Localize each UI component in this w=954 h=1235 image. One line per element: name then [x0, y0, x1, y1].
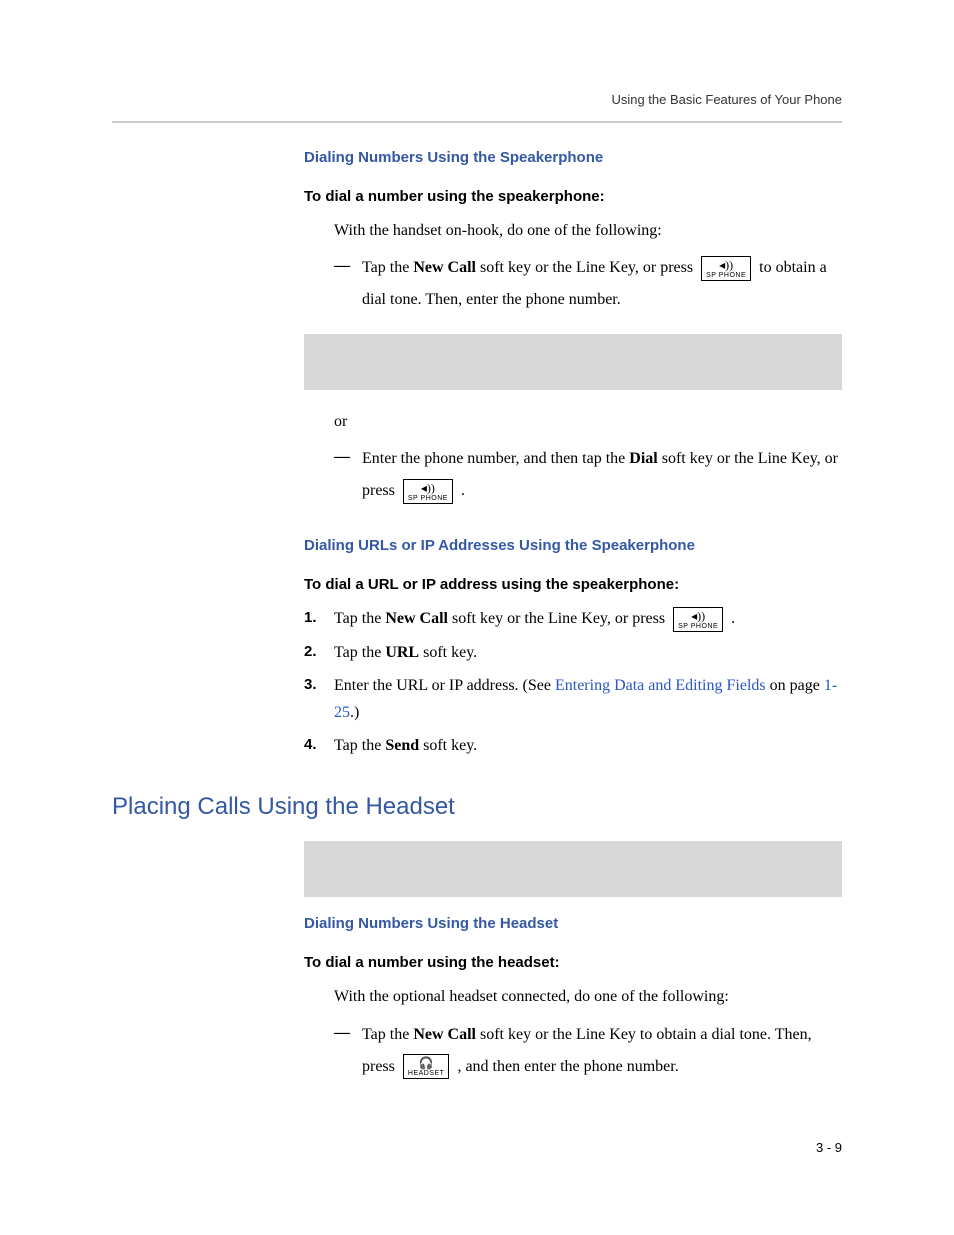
section-headset: Dialing Numbers Using the Headset To dia…: [304, 841, 842, 1082]
headset-icon: 🎧: [408, 1057, 445, 1069]
step-row: 2. Tap the URL soft key.: [304, 639, 842, 666]
heading-dial-urls-speakerphone: Dialing URLs or IP Addresses Using the S…: [304, 537, 842, 554]
page-number: 3 - 9: [816, 1140, 842, 1155]
bullet-text: Tap the New Call soft key or the Line Ke…: [362, 1019, 842, 1083]
text-fragment: .: [461, 482, 465, 499]
step-row: 4. Tap the Send soft key.: [304, 732, 842, 759]
dash-bullet: —: [334, 252, 362, 279]
running-head: Using the Basic Features of Your Phone: [112, 92, 842, 107]
note-placeholder-box: [304, 841, 842, 897]
text-fragment: Tap the: [334, 644, 385, 661]
section-speakerphone-urls: Dialing URLs or IP Addresses Using the S…: [304, 537, 842, 759]
speaker-icon: ◂)): [678, 610, 718, 622]
sp-phone-key-icon: ◂)) SP PHONE: [701, 256, 751, 281]
bullet-item: — Tap the New Call soft key or the Line …: [334, 1019, 842, 1083]
step-row: 1. Tap the New Call soft key or the Line…: [304, 605, 842, 632]
text-fragment: Tap the: [362, 259, 413, 276]
dash-bullet: —: [334, 1019, 362, 1046]
icon-caption: SP PHONE: [408, 495, 448, 502]
step-number: 4.: [304, 732, 334, 758]
dash-bullet: —: [334, 443, 362, 470]
icon-caption: SP PHONE: [678, 623, 718, 630]
text-fragment: Tap the: [334, 610, 385, 627]
heading-dial-numbers-headset: Dialing Numbers Using the Headset: [304, 915, 842, 932]
or-text: or: [334, 408, 842, 435]
header-rule: [112, 121, 842, 123]
link-entering-data[interactable]: Entering Data and Editing Fields: [555, 677, 766, 694]
text-fragment: soft key.: [419, 644, 477, 661]
subheading-to-dial-speakerphone: To dial a number using the speakerphone:: [304, 188, 842, 205]
icon-caption: SP PHONE: [706, 272, 746, 279]
sp-phone-key-icon: ◂)) SP PHONE: [673, 607, 723, 632]
step-row: 3. Enter the URL or IP address. (See Ent…: [304, 672, 842, 726]
text-fragment: on page: [766, 677, 824, 694]
bullet-item: — Tap the New Call soft key or the Line …: [334, 252, 842, 316]
step-number: 1.: [304, 605, 334, 631]
page: Using the Basic Features of Your Phone D…: [0, 0, 954, 1235]
icon-caption: HEADSET: [408, 1070, 445, 1077]
bullet-text: Enter the phone number, and then tap the…: [362, 443, 842, 507]
heading-placing-calls-headset: Placing Calls Using the Headset: [112, 793, 842, 821]
new-call-label: New Call: [413, 1026, 476, 1043]
speaker-icon: ◂)): [706, 259, 746, 271]
send-label: Send: [385, 737, 419, 754]
new-call-label: New Call: [413, 259, 476, 276]
step-number: 3.: [304, 672, 334, 698]
headset-key-icon: 🎧 HEADSET: [403, 1054, 450, 1079]
subheading-to-dial-url-speakerphone: To dial a URL or IP address using the sp…: [304, 576, 842, 593]
bullet-text: Tap the New Call soft key or the Line Ke…: [362, 252, 842, 316]
section-speakerphone-numbers: Dialing Numbers Using the Speakerphone T…: [304, 149, 842, 507]
speaker-icon: ◂)): [408, 482, 448, 494]
bullet-item: — Enter the phone number, and then tap t…: [334, 443, 842, 507]
text-fragment: soft key or the Line Key, or press: [476, 259, 697, 276]
new-call-label: New Call: [385, 610, 448, 627]
text-fragment: Tap the: [362, 1026, 413, 1043]
text-fragment: Enter the URL or IP address. (See: [334, 677, 555, 694]
intro-text: With the handset on-hook, do one of the …: [334, 217, 842, 244]
dial-label: Dial: [629, 450, 657, 467]
step-text: Enter the URL or IP address. (See Enteri…: [334, 672, 842, 726]
text-fragment: Tap the: [334, 737, 385, 754]
text-fragment: .): [350, 704, 359, 721]
sp-phone-key-icon: ◂)) SP PHONE: [403, 479, 453, 504]
step-text: Tap the Send soft key.: [334, 732, 842, 759]
step-number: 2.: [304, 639, 334, 665]
text-fragment: .: [731, 610, 735, 627]
text-fragment: soft key or the Line Key, or press: [448, 610, 669, 627]
step-text: Tap the URL soft key.: [334, 639, 842, 666]
intro-text: With the optional headset connected, do …: [334, 983, 842, 1010]
text-fragment: soft key.: [419, 737, 477, 754]
text-fragment: , and then enter the phone number.: [457, 1058, 678, 1075]
heading-dial-numbers-speakerphone: Dialing Numbers Using the Speakerphone: [304, 149, 842, 166]
text-fragment: Enter the phone number, and then tap the: [362, 450, 629, 467]
url-label: URL: [385, 644, 419, 661]
step-text: Tap the New Call soft key or the Line Ke…: [334, 605, 842, 632]
note-placeholder-box: [304, 334, 842, 390]
subheading-to-dial-headset: To dial a number using the headset:: [304, 954, 842, 971]
